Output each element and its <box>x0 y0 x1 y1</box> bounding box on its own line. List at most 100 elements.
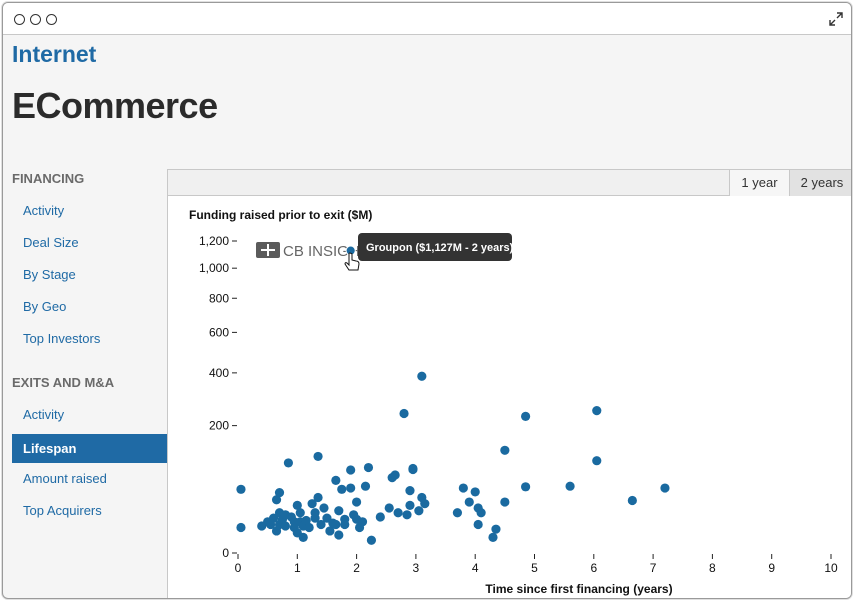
data-point <box>337 484 347 494</box>
sidebar-item-financing-activity[interactable]: Activity <box>23 203 64 218</box>
data-point <box>295 508 305 518</box>
category-label: Internet <box>12 41 97 67</box>
data-point <box>627 495 637 506</box>
scatter-chart: Funding raised prior to exit ($M) CB INS… <box>189 208 838 596</box>
data-point <box>283 458 294 468</box>
data-point <box>458 483 468 493</box>
data-point <box>363 462 374 473</box>
data-point <box>464 497 474 507</box>
data-point <box>521 482 531 492</box>
data-point <box>304 522 314 533</box>
x-axis-label: Time since first financing (years) <box>485 582 672 596</box>
data-point <box>470 487 480 497</box>
section-heading-financing: FINANCING <box>12 171 85 186</box>
x-tick-label: 8 <box>709 561 716 575</box>
sidebar-item-by-stage[interactable]: By Stage <box>23 267 76 282</box>
data-point <box>357 517 368 527</box>
sidebar-item-top-acquirers[interactable]: Top Acquirers <box>23 503 102 518</box>
x-tick-label: 10 <box>824 561 838 575</box>
data-point <box>405 500 415 510</box>
data-point <box>319 503 329 513</box>
data-point <box>360 481 371 491</box>
x-tick-label: 6 <box>590 561 597 575</box>
chart-title: Funding raised prior to exit ($M) <box>189 208 372 222</box>
sidebar-item-lifespan[interactable]: Lifespan <box>12 434 183 463</box>
data-point <box>592 405 602 416</box>
data-point <box>500 445 510 455</box>
data-point <box>420 499 430 509</box>
data-point <box>331 519 341 530</box>
data-point <box>313 492 323 503</box>
data-point <box>346 465 356 475</box>
data-point <box>236 484 246 494</box>
data-point <box>491 524 501 534</box>
tooltip: Groupon ($1,127M - 2 years) <box>358 233 514 261</box>
minimize-window-button[interactable] <box>30 14 41 25</box>
data-point <box>500 497 510 507</box>
data-point <box>375 512 385 522</box>
range-toolbar: 1 year 2 years <box>168 170 851 196</box>
y-tick-label: 400 <box>209 366 229 380</box>
data-point <box>399 408 409 419</box>
range-2-years-button[interactable]: 2 years <box>789 170 851 196</box>
data-point <box>280 521 291 531</box>
data-point <box>340 519 350 530</box>
browser-window: Internet ECommerce FINANCING Activity De… <box>2 2 852 599</box>
zoom-window-button[interactable] <box>46 14 57 25</box>
y-tick-label: 0 <box>222 546 229 560</box>
close-window-button[interactable] <box>14 14 25 25</box>
x-tick-label: 1 <box>294 561 301 575</box>
y-tick-label: 800 <box>209 291 229 305</box>
data-point <box>331 475 341 485</box>
data-point <box>334 506 344 516</box>
data-point <box>405 486 415 496</box>
data-point <box>334 530 344 540</box>
chart-panel: 1 year 2 years Funding raised prior to e… <box>167 169 851 598</box>
data-point <box>414 506 424 516</box>
range-1-year-button[interactable]: 1 year <box>729 170 789 196</box>
data-point <box>366 535 377 545</box>
data-point <box>565 481 575 491</box>
x-tick-label: 9 <box>768 561 775 575</box>
y-axis: 0 200 400 600 800 1,000 1,200 <box>199 234 237 560</box>
expand-icon[interactable] <box>829 12 843 26</box>
data-points <box>236 245 670 545</box>
section-heading-exits: EXITS AND M&A <box>12 375 115 390</box>
data-point <box>452 508 463 518</box>
data-point <box>390 470 400 480</box>
sidebar-item-amount-raised[interactable]: Amount raised <box>23 471 107 486</box>
y-tick-label: 1,000 <box>199 261 229 275</box>
data-point <box>346 483 356 493</box>
data-point <box>660 483 670 493</box>
x-tick-label: 4 <box>472 561 479 575</box>
data-point <box>476 508 486 518</box>
data-point <box>592 456 602 466</box>
x-tick-label: 7 <box>650 561 657 575</box>
sidebar-item-deal-size[interactable]: Deal Size <box>23 235 79 250</box>
page-title: ECommerce <box>12 85 218 126</box>
data-point <box>313 451 323 462</box>
data-point <box>417 371 427 381</box>
data-point <box>521 411 531 422</box>
title-bar <box>3 3 851 35</box>
data-point <box>393 508 403 518</box>
data-point <box>274 487 285 498</box>
data-point <box>402 510 412 520</box>
data-point <box>236 522 246 533</box>
data-point <box>408 464 418 475</box>
x-axis: 0 1 2 3 4 5 6 7 8 9 10 <box>235 554 838 575</box>
data-point <box>384 503 394 513</box>
tooltip-text: Groupon ($1,127M - 2 years) <box>366 242 514 254</box>
y-tick-label: 600 <box>209 325 229 339</box>
x-tick-label: 2 <box>353 561 360 575</box>
data-point <box>352 497 362 507</box>
data-point <box>298 532 308 542</box>
x-tick-label: 3 <box>413 561 420 575</box>
sidebar-item-exits-activity[interactable]: Activity <box>23 407 64 422</box>
x-tick-label: 0 <box>235 561 242 575</box>
sidebar-item-top-investors[interactable]: Top Investors <box>23 331 100 346</box>
data-point <box>488 532 498 542</box>
sidebar-item-by-geo[interactable]: By Geo <box>23 299 66 314</box>
y-tick-label: 200 <box>209 419 229 433</box>
data-point <box>473 519 483 530</box>
